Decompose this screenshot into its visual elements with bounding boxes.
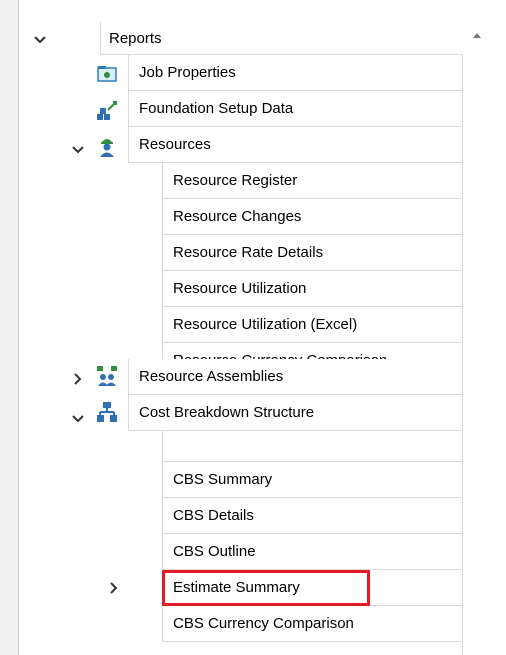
chevron-down-icon[interactable] [70,142,86,158]
tree-item-resource-register[interactable]: Resource Register [162,163,462,199]
tree-item-label: Resource Register [173,172,298,189]
tree-item-label: Resource Changes [173,208,302,225]
tree-root-label: Reports [109,29,162,47]
tree-item-cbs-details[interactable]: CBS Details [162,498,462,534]
tree-item-cbs-currency-comparison[interactable]: CBS Currency Comparison [162,606,462,642]
tree-item-label: Foundation Setup Data [139,100,294,117]
tree-item-label: Cost Breakdown Structure [139,404,315,421]
tree-item-cbs-summary[interactable]: CBS Summary [162,462,462,498]
tree-item-label: CBS Summary [173,471,273,488]
tree-item-resource-rate-details[interactable]: Resource Rate Details [162,235,462,271]
job-properties-icon [96,64,117,84]
chevron-down-icon[interactable] [32,32,48,48]
tree-item-cost-breakdown-structure[interactable]: Cost Breakdown Structure [128,395,462,431]
resources-icon [96,136,116,157]
cbs-hierarchy-icon [96,401,117,422]
tree-item-label: CBS Details [173,507,254,524]
tree-item-cbs-outline[interactable]: CBS Outline [162,534,462,570]
tree-item-resources[interactable]: Resources [128,127,462,163]
tree-spacer [162,431,462,462]
tree-item-label: Resource Utilization (Excel) [173,316,358,333]
scroll-up-arrow-icon[interactable] [470,28,484,40]
chevron-right-icon[interactable] [70,371,86,387]
tree-item-label: Resource Rate Details [173,244,324,261]
tree-item-resource-assemblies[interactable]: Resource Assemblies [128,359,462,395]
tree-item-label: Job Properties [139,64,236,81]
scrollbar-track[interactable] [462,54,463,655]
chevron-right-icon[interactable] [106,580,122,596]
tree-item-label: Resources [139,136,211,153]
tree-item-label: CBS Currency Comparison [173,615,354,632]
tree-item-job-properties[interactable]: Job Properties [128,55,462,91]
tree-root-reports[interactable]: Reports [100,22,462,55]
tree-item-label: Resource Assemblies [139,368,284,385]
tree-item-resource-utilization[interactable]: Resource Utilization [162,271,462,307]
tree-item-resource-changes[interactable]: Resource Changes [162,199,462,235]
tree-item-label: Resource Utilization [173,280,307,297]
tree-item-resource-utilization-excel[interactable]: Resource Utilization (Excel) [162,307,462,343]
foundation-setup-icon [96,100,117,120]
highlight-box [162,570,370,606]
chevron-down-icon[interactable] [70,411,86,427]
tree-item-label: CBS Outline [173,543,256,560]
tree-item-foundation-setup-data[interactable]: Foundation Setup Data [128,91,462,127]
resource-assemblies-icon [96,365,117,386]
